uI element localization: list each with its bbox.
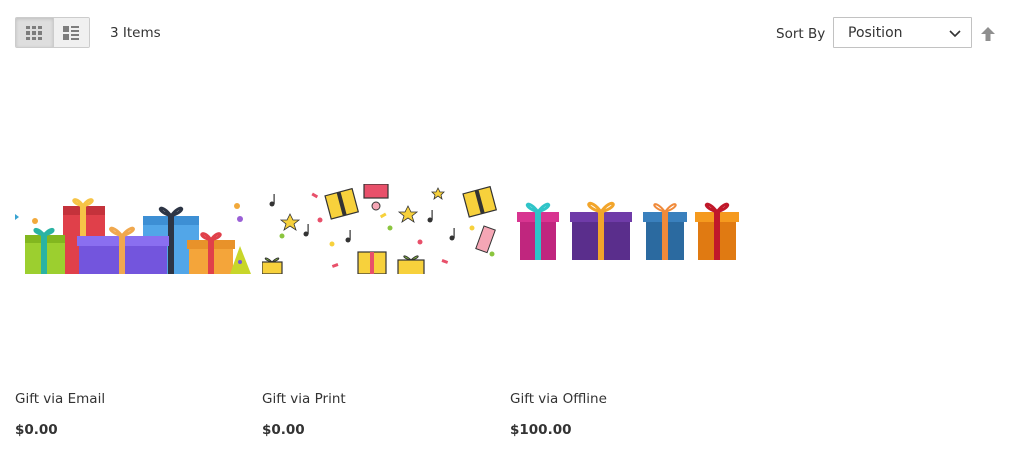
view-mode-switcher [15, 17, 90, 48]
product-item: Gift via Print $0.00 [262, 66, 502, 446]
product-price: $0.00 [15, 422, 58, 438]
product-image-link[interactable] [15, 184, 255, 274]
product-name-link[interactable]: Gift via Email [15, 391, 105, 407]
grid-icon [26, 25, 43, 40]
product-image-link[interactable] [510, 184, 750, 274]
product-name-link[interactable]: Gift via Offline [510, 391, 607, 407]
product-price: $100.00 [510, 422, 572, 438]
sort-selected-value: Position [848, 24, 903, 41]
product-item: Gift via Offline $100.00 [510, 66, 750, 446]
gift-confetti-image [262, 184, 502, 274]
item-count: 3 Items [110, 25, 161, 41]
arrow-up-icon [981, 27, 995, 41]
list-view-button[interactable] [52, 18, 89, 47]
sort-select[interactable]: Position [833, 17, 972, 48]
sort-direction-button[interactable] [980, 26, 996, 46]
products-toolbar: 3 Items Sort By Position [0, 0, 1011, 66]
sort-label: Sort By [776, 26, 826, 42]
list-icon [63, 25, 80, 40]
grid-view-button[interactable] [16, 18, 53, 47]
four-gift-boxes-image [510, 184, 750, 274]
product-image-link[interactable] [262, 184, 502, 274]
product-name-link[interactable]: Gift via Print [262, 391, 346, 407]
product-price: $0.00 [262, 422, 305, 438]
product-item: Gift via Email $0.00 [15, 66, 255, 446]
chevron-down-icon [949, 30, 961, 38]
gift-boxes-image [15, 184, 255, 274]
